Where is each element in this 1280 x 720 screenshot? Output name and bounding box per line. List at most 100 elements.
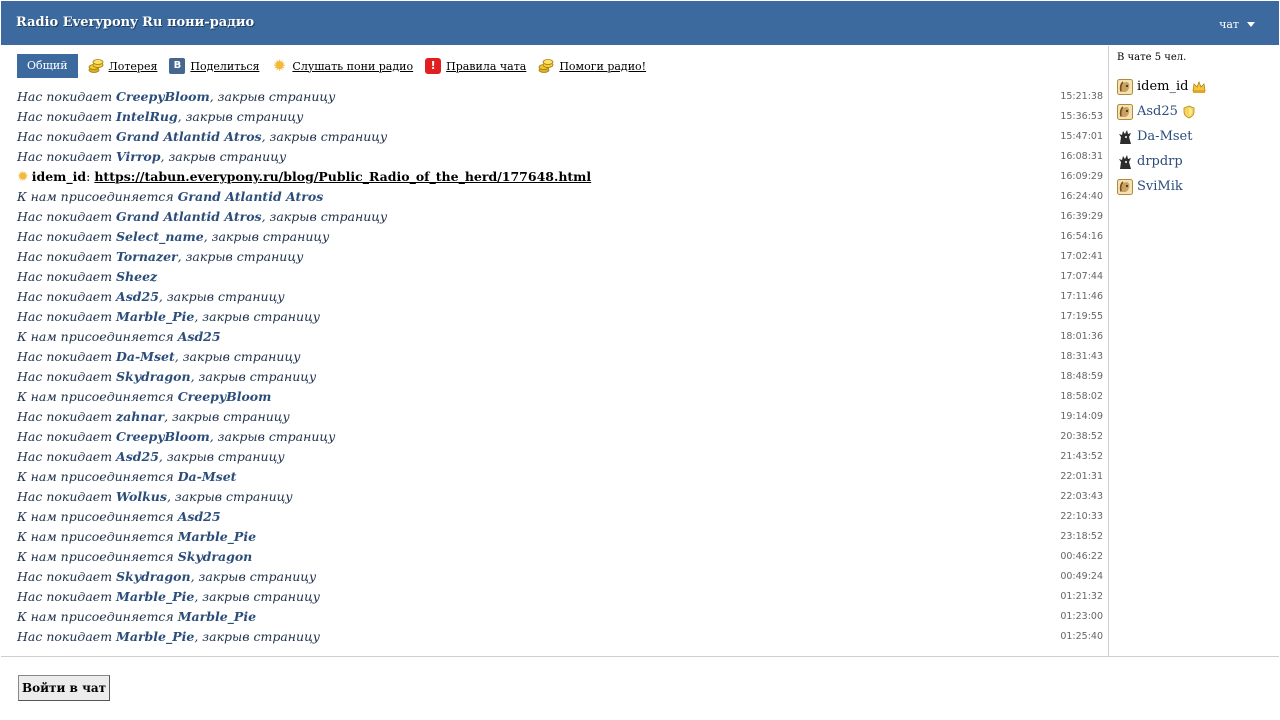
message-username[interactable]: Virrop (116, 149, 160, 164)
user-list-item[interactable]: drpdrp (1117, 149, 1206, 174)
user-name[interactable]: Da-Mset (1137, 129, 1192, 144)
message-username[interactable]: Wolkus (116, 489, 167, 504)
system-message: Нас покидает Skydragon, закрыв страницу 1… (17, 367, 1103, 387)
shield-icon (1182, 105, 1196, 119)
user-name[interactable]: Asd25 (1137, 104, 1178, 119)
chat-menu-dropdown[interactable]: чат (1219, 18, 1255, 31)
message-author[interactable]: idem_id (32, 169, 86, 184)
message-username[interactable]: Marble_Pie (116, 589, 194, 604)
message-username[interactable]: Da-Mset (178, 469, 237, 484)
share-link[interactable]: В Поделиться (169, 58, 259, 74)
sun-icon: ✹ (272, 56, 287, 75)
message-prefix: Нас покидает (17, 369, 113, 384)
message-username[interactable]: Marble_Pie (116, 629, 194, 644)
message-username[interactable]: Skydragon (116, 569, 191, 584)
lottery-link[interactable]: Лотерея (88, 58, 158, 74)
divider (1, 656, 1279, 657)
message-suffix: , закрыв страницу (209, 89, 336, 104)
online-count: В чате 5 чел. (1117, 52, 1187, 63)
message-username[interactable]: Marble_Pie (178, 609, 256, 624)
message-username[interactable]: Asd25 (178, 509, 221, 524)
page-title: Radio Everypony Ru пони-радио (16, 15, 255, 30)
system-message: К нам присоединяется Da-Mset 22:01:31 (17, 467, 1103, 487)
system-message: К нам присоединяется Grand Atlantid Atro… (17, 187, 1103, 207)
message-username[interactable]: Skydragon (116, 369, 191, 384)
message-username[interactable]: Sheez (116, 269, 157, 284)
user-list-item[interactable]: idem_id (1117, 74, 1206, 99)
message-prefix: Нас покидает (17, 589, 113, 604)
chat-rules-link[interactable]: ! Правила чата (425, 58, 526, 74)
message-username[interactable]: IntelRug (116, 109, 178, 124)
user-name[interactable]: drpdrp (1137, 154, 1183, 169)
message-timestamp: 17:11:46 (1060, 291, 1103, 302)
system-message: Нас покидает Tornazer, закрыв страницу 17… (17, 247, 1103, 267)
message-prefix: Нас покидает (17, 249, 113, 264)
user-list-item[interactable]: Asd25 (1117, 99, 1206, 124)
message-suffix: , закрыв страницу (209, 429, 336, 444)
message-prefix: Нас покидает (17, 349, 113, 364)
message-username[interactable]: Select_name (116, 229, 204, 244)
tab-general[interactable]: Общий (17, 54, 78, 78)
message-prefix: К нам присоединяется (17, 189, 174, 204)
message-username[interactable]: Marble_Pie (178, 529, 256, 544)
message-link[interactable]: https://tabun.everypony.ru/blog/Public_R… (94, 169, 591, 184)
message-timestamp: 01:21:32 (1060, 591, 1103, 602)
message-prefix: Нас покидает (17, 269, 113, 284)
message-timestamp: 21:43:52 (1060, 451, 1103, 462)
message-timestamp: 18:31:43 (1060, 351, 1103, 362)
system-message: Нас покидает Marble_Pie, закрыв страницу… (17, 307, 1103, 327)
pony-avatar-icon (1117, 78, 1133, 95)
chat-message: ✹ idem_id: https://tabun.everypony.ru/blo… (17, 167, 1103, 187)
system-message: Нас покидает Da-Mset, закрыв страницу 18:… (17, 347, 1103, 367)
message-username[interactable]: Asd25 (116, 449, 159, 464)
sun-icon: ✹ (17, 169, 29, 185)
message-prefix: Нас покидает (17, 109, 113, 124)
message-username[interactable]: Asd25 (178, 329, 221, 344)
user-list: idem_id Asd25 Da-Mset drpdrp SviMik (1117, 74, 1206, 199)
join-chat-button[interactable]: Войти в чат (18, 675, 111, 701)
message-suffix: , закрыв страницу (190, 369, 317, 384)
message-username[interactable]: Grand Atlantid Atros (116, 209, 262, 224)
message-suffix: , закрыв страницу (166, 489, 293, 504)
message-username[interactable]: Da-Mset (116, 349, 175, 364)
message-timestamp: 18:48:59 (1060, 371, 1103, 382)
message-username[interactable]: Skydragon (178, 549, 253, 564)
message-prefix: Нас покидает (17, 429, 113, 444)
system-message: К нам присоединяется Skydragon 00:46:22 (17, 547, 1103, 567)
message-prefix: К нам присоединяется (17, 469, 174, 484)
message-prefix: К нам присоединяется (17, 609, 174, 624)
message-username[interactable]: CreepyBloom (178, 389, 272, 404)
message-timestamp: 16:54:16 (1060, 231, 1103, 242)
lottery-link-label: Лотерея (108, 59, 158, 73)
listen-radio-link[interactable]: ✹ Слушать пони радио (271, 58, 413, 74)
message-username[interactable]: Tornazer (116, 249, 178, 264)
chevron-down-icon (1247, 22, 1255, 27)
message-username[interactable]: CreepyBloom (116, 429, 210, 444)
message-username[interactable]: zahnar (116, 409, 164, 424)
user-name[interactable]: SviMik (1137, 179, 1183, 194)
crown-icon (1192, 80, 1206, 94)
message-timestamp: 16:39:29 (1060, 211, 1103, 222)
coins-icon (538, 58, 554, 74)
message-username[interactable]: Marble_Pie (116, 309, 194, 324)
pony-avatar-icon (1117, 103, 1133, 120)
user-name[interactable]: idem_id (1137, 79, 1188, 94)
help-radio-link-label: Помоги радио! (559, 59, 647, 73)
message-username[interactable]: Grand Atlantid Atros (178, 189, 324, 204)
help-radio-link[interactable]: Помоги радио! (538, 58, 646, 74)
user-list-item[interactable]: Da-Mset (1117, 124, 1206, 149)
message-username[interactable]: Asd25 (116, 289, 159, 304)
message-prefix: Нас покидает (17, 309, 113, 324)
user-list-item[interactable]: SviMik (1117, 174, 1206, 199)
message-prefix: К нам присоединяется (17, 549, 174, 564)
message-username[interactable]: Grand Atlantid Atros (116, 129, 262, 144)
message-prefix: Нас покидает (17, 489, 113, 504)
message-suffix: , закрыв страницу (160, 149, 287, 164)
message-prefix: К нам присоединяется (17, 509, 174, 524)
message-timestamp: 17:07:44 (1060, 271, 1103, 282)
message-username[interactable]: CreepyBloom (116, 89, 210, 104)
message-timestamp: 22:10:33 (1060, 511, 1103, 522)
system-message: Нас покидает Select_name, закрыв страниц… (17, 227, 1103, 247)
message-prefix: Нас покидает (17, 89, 113, 104)
message-prefix: Нас покидает (17, 409, 113, 424)
